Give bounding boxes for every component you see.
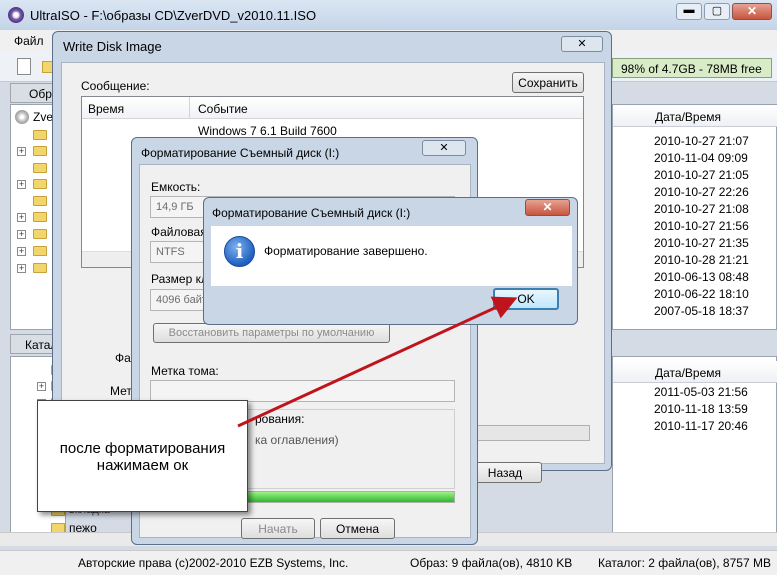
callout-arrow-line [237, 296, 518, 428]
callout-arrow [237, 296, 518, 428]
